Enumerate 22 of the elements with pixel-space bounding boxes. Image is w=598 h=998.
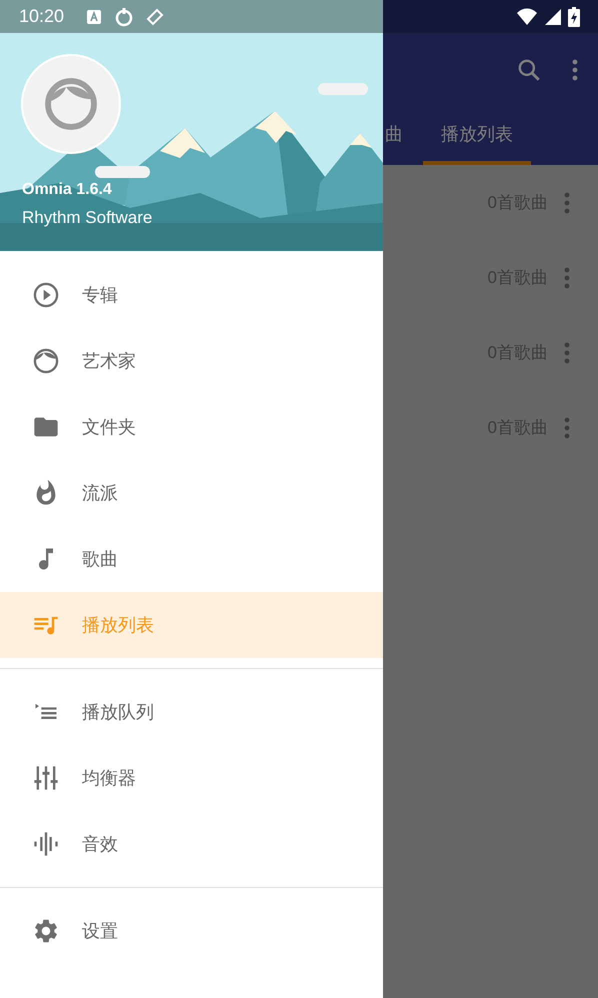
sound-wave-icon	[32, 830, 60, 858]
play-circle-icon	[32, 281, 60, 309]
face-icon	[42, 75, 100, 133]
more-icon[interactable]	[564, 342, 570, 364]
timer-icon	[114, 6, 134, 26]
search-icon[interactable]	[516, 57, 542, 83]
wifi-icon	[516, 8, 538, 26]
app-name: Omnia 1.6.4	[22, 180, 112, 200]
signal-icon	[544, 8, 562, 26]
battery-icon	[568, 6, 580, 26]
tab[interactable]: 播放列表	[423, 107, 531, 165]
face-icon	[32, 347, 60, 375]
publisher-name: Rhythm Software	[22, 207, 152, 229]
more-icon[interactable]	[564, 192, 570, 214]
clock-text: 10:20	[19, 5, 64, 28]
more-icon[interactable]	[572, 59, 578, 81]
settings-icon	[32, 917, 60, 945]
tab[interactable]: 曲	[383, 107, 423, 165]
sliders-icon	[32, 764, 60, 792]
more-icon[interactable]	[564, 416, 570, 438]
keyboard-icon	[86, 8, 102, 24]
more-icon[interactable]	[564, 266, 570, 288]
